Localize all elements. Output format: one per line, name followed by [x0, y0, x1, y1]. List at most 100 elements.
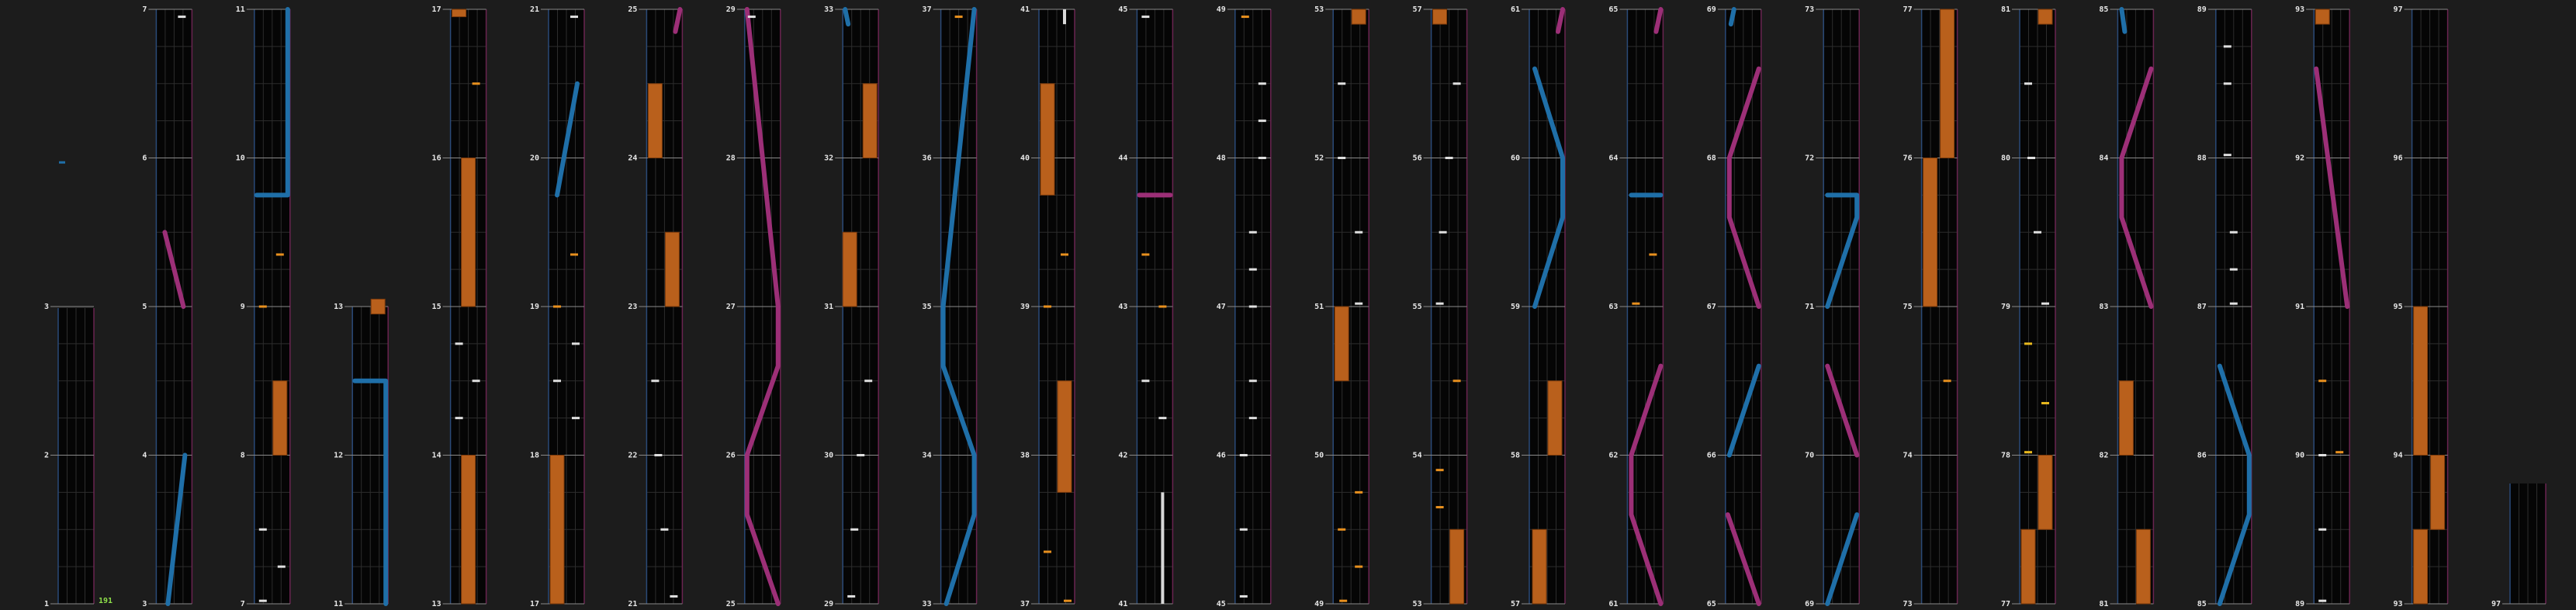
blue-slide[interactable]	[1728, 7, 1736, 27]
orange-note[interactable]	[1355, 490, 1363, 494]
white-note[interactable]	[2318, 599, 2327, 602]
orange-hold-note[interactable]	[2038, 455, 2053, 530]
orange-hold-note[interactable]	[1532, 529, 1547, 605]
white-note[interactable]	[1248, 417, 1257, 420]
white-note[interactable]	[660, 528, 669, 531]
chart-editor-canvas[interactable]: 1 2 3 3 4 5 6 7 7 8 9 10 11 11 12 13 13 14 15 16 17 17 18 19 20 2…	[0, 0, 2576, 610]
white-note[interactable]	[1248, 230, 1257, 234]
white-note[interactable]	[1258, 82, 1266, 85]
white-note[interactable]	[1338, 157, 1346, 159]
white-note[interactable]	[1445, 157, 1453, 159]
orange-hold-note[interactable]	[1057, 380, 1072, 493]
white-note[interactable]	[472, 380, 480, 383]
orange-hold-note[interactable]	[862, 83, 878, 158]
white-note[interactable]	[1338, 82, 1346, 85]
white-note[interactable]	[1248, 380, 1257, 383]
white-note[interactable]	[455, 417, 463, 420]
white-note[interactable]	[651, 380, 660, 383]
white-note[interactable]	[2229, 302, 2238, 305]
white-note[interactable]	[1439, 230, 1447, 234]
orange-hold-note[interactable]	[1923, 158, 1938, 307]
orange-note[interactable]	[1338, 528, 1346, 531]
orange-note[interactable]	[1061, 253, 1068, 256]
orange-note[interactable]	[1044, 305, 1051, 308]
blue-slide[interactable]	[843, 7, 851, 27]
measure-columns-svg[interactable]: 1233456778910111112131314151617171819202…	[0, 0, 2576, 610]
orange-note[interactable]	[1435, 469, 1444, 472]
white-note[interactable]	[1452, 82, 1461, 85]
white-note[interactable]	[864, 380, 873, 383]
orange-note[interactable]	[1158, 305, 1167, 308]
orange-hold-note[interactable]	[1040, 83, 1055, 196]
orange-note[interactable]	[1632, 302, 1640, 305]
white-note[interactable]	[455, 342, 463, 345]
white-note[interactable]	[1248, 305, 1257, 308]
orange-hold-note[interactable]	[1432, 9, 1448, 25]
orange-hold-note[interactable]	[461, 158, 476, 307]
orange-note[interactable]	[2318, 380, 2327, 383]
orange-note[interactable]	[472, 82, 480, 85]
orange-note[interactable]	[258, 305, 267, 308]
blue-slide[interactable]	[2119, 7, 2128, 34]
orange-note[interactable]	[1649, 253, 1657, 256]
orange-hold-note[interactable]	[647, 83, 663, 158]
yellow-note[interactable]	[2024, 342, 2032, 345]
blue-tap[interactable]	[59, 161, 65, 164]
white-note[interactable]	[654, 454, 663, 456]
orange-note[interactable]	[2335, 451, 2344, 454]
white-note[interactable]	[570, 16, 578, 19]
orange-hold-note[interactable]	[1940, 9, 1955, 158]
white-note[interactable]	[2024, 82, 2032, 85]
orange-note[interactable]	[1339, 599, 1348, 602]
orange-hold-note[interactable]	[370, 298, 386, 315]
orange-note[interactable]	[1943, 380, 1951, 383]
orange-hold-note[interactable]	[2413, 306, 2429, 456]
white-note[interactable]	[2318, 528, 2327, 531]
orange-note[interactable]	[553, 305, 561, 308]
orange-hold-note[interactable]	[2020, 529, 2036, 605]
orange-hold-note[interactable]	[461, 455, 476, 605]
white-note[interactable]	[2041, 302, 2049, 305]
white-note[interactable]	[1239, 594, 1248, 598]
orange-hold-note[interactable]	[1351, 9, 1366, 25]
orange-hold-note[interactable]	[2315, 9, 2330, 25]
white-note[interactable]	[1141, 380, 1150, 383]
orange-note[interactable]	[275, 253, 284, 256]
white-note[interactable]	[1258, 120, 1266, 123]
white-hold-bar[interactable]	[1063, 9, 1066, 25]
orange-hold-note[interactable]	[664, 231, 680, 307]
white-hold-bar[interactable]	[1161, 492, 1165, 604]
orange-hold-note[interactable]	[2135, 529, 2151, 605]
white-note[interactable]	[2034, 230, 2041, 234]
white-note[interactable]	[258, 599, 267, 602]
orange-hold-note[interactable]	[1449, 529, 1465, 605]
white-note[interactable]	[1248, 268, 1257, 271]
white-note[interactable]	[277, 565, 286, 568]
orange-note[interactable]	[1064, 599, 1072, 602]
white-note[interactable]	[1141, 16, 1150, 19]
orange-hold-note[interactable]	[2413, 529, 2429, 605]
white-note[interactable]	[572, 417, 580, 420]
orange-hold-note[interactable]	[842, 231, 857, 307]
white-note[interactable]	[2318, 454, 2327, 456]
orange-note[interactable]	[570, 253, 578, 256]
white-note[interactable]	[2229, 268, 2238, 271]
white-note[interactable]	[2223, 154, 2231, 157]
orange-hold-note[interactable]	[2118, 380, 2134, 456]
white-note[interactable]	[2027, 157, 2035, 159]
orange-note[interactable]	[1241, 16, 1249, 19]
orange-note[interactable]	[1435, 506, 1444, 509]
white-note[interactable]	[850, 528, 859, 531]
orange-hold-note[interactable]	[2038, 9, 2053, 25]
white-note[interactable]	[258, 528, 267, 531]
orange-hold-note[interactable]	[452, 9, 467, 18]
white-note[interactable]	[1239, 528, 1248, 531]
white-note[interactable]	[670, 594, 678, 598]
white-note[interactable]	[857, 454, 865, 456]
orange-hold-note[interactable]	[549, 455, 565, 605]
white-note[interactable]	[1239, 454, 1248, 456]
orange-note[interactable]	[954, 16, 963, 19]
white-note[interactable]	[1435, 302, 1444, 305]
orange-note[interactable]	[1044, 550, 1051, 553]
orange-hold-note[interactable]	[1547, 380, 1563, 456]
